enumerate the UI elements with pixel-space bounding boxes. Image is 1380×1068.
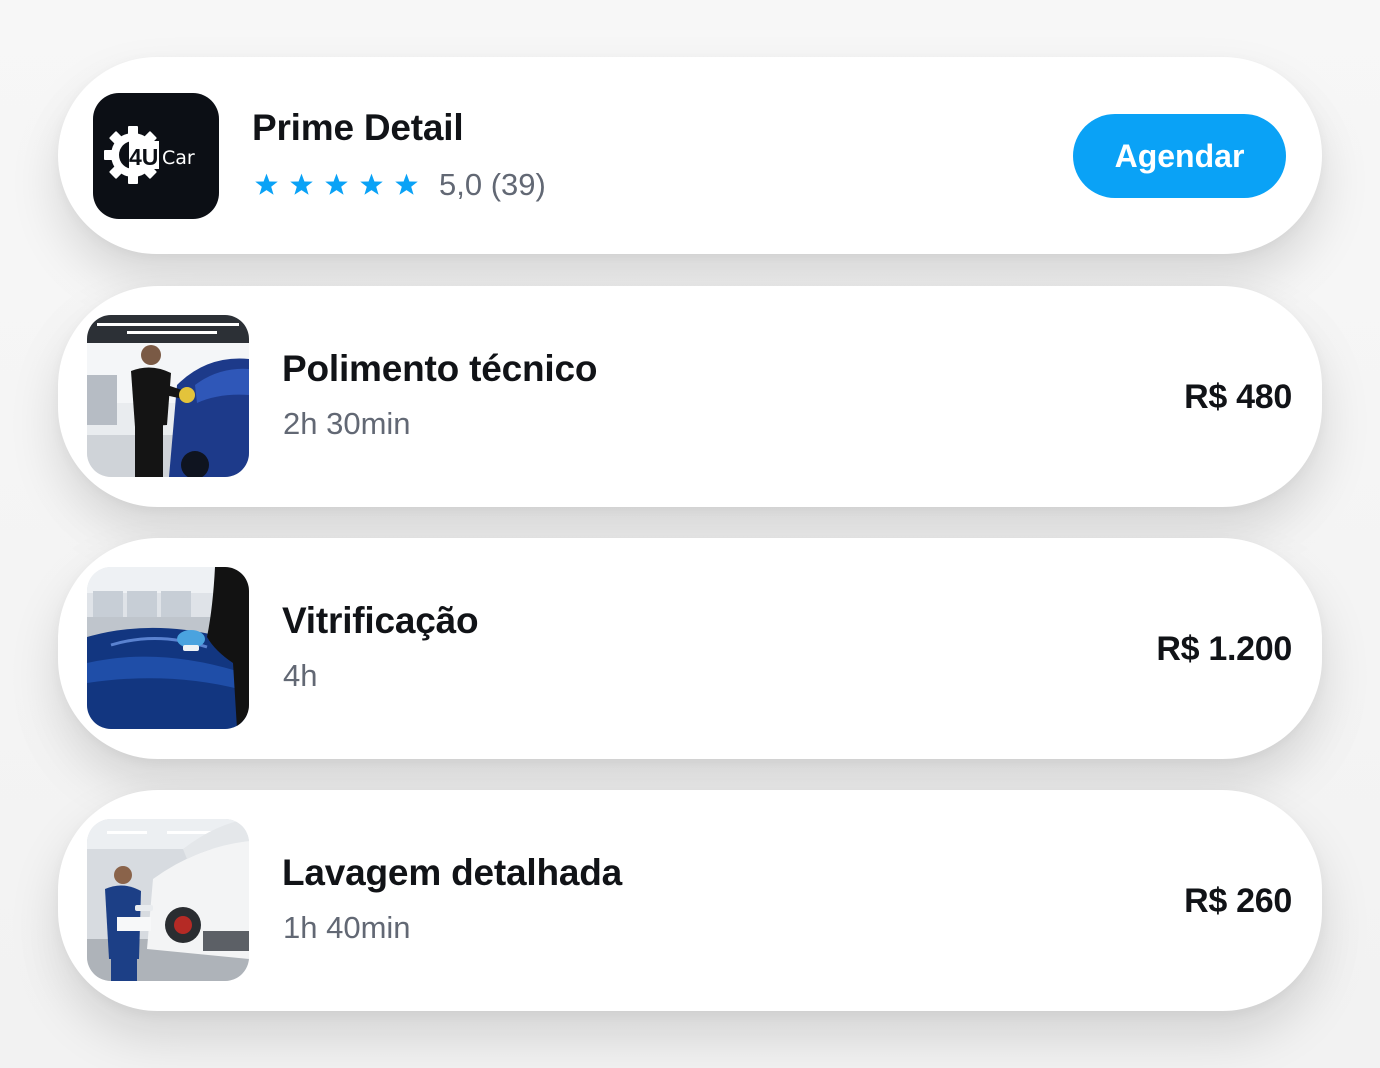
rating-label: 5,0 (39) bbox=[439, 167, 546, 202]
service-photo bbox=[87, 567, 249, 729]
schedule-button[interactable]: Agendar bbox=[1073, 114, 1286, 198]
star-icon bbox=[289, 173, 314, 197]
shop-logo: 4U Car bbox=[93, 93, 219, 219]
service-title: Polimento técnico bbox=[282, 348, 598, 389]
logo-word: Car bbox=[162, 147, 195, 169]
logo-number: 4U bbox=[129, 144, 158, 170]
service-duration: 4h bbox=[283, 658, 318, 693]
star-icon bbox=[254, 173, 279, 197]
service-price: R$ 1.200 bbox=[1156, 630, 1292, 668]
star-icon bbox=[394, 173, 419, 197]
service-photo bbox=[87, 819, 249, 981]
service-title: Lavagem detalhada bbox=[282, 852, 623, 893]
service-card[interactable]: Lavagem detalhada 1h 40min R$ 260 bbox=[58, 790, 1322, 1011]
foam-wash-white-car-photo bbox=[87, 819, 249, 981]
service-card[interactable]: Polimento técnico 2h 30min R$ 480 bbox=[58, 286, 1322, 507]
service-price: R$ 260 bbox=[1184, 882, 1292, 920]
technician-polishing-blue-car-photo bbox=[87, 315, 249, 477]
service-duration: 1h 40min bbox=[283, 910, 411, 945]
shop-name: Prime Detail bbox=[252, 107, 464, 148]
star-icon bbox=[359, 173, 384, 197]
star-icon bbox=[324, 173, 349, 197]
ceramic-coating-blue-car-hood-photo bbox=[87, 567, 249, 729]
gear-icon: 4U Car bbox=[104, 126, 195, 184]
service-card[interactable]: Vitrificação 4h R$ 1.200 bbox=[58, 538, 1322, 759]
shop-card: 4U Car Prime Detail 5,0 (39) Agendar bbox=[58, 57, 1322, 254]
star-rating bbox=[254, 173, 419, 197]
service-title: Vitrificação bbox=[282, 600, 479, 641]
rating: 5,0 (39) bbox=[254, 167, 546, 203]
service-duration: 2h 30min bbox=[283, 406, 411, 441]
service-photo bbox=[87, 315, 249, 477]
service-price: R$ 480 bbox=[1184, 378, 1292, 416]
